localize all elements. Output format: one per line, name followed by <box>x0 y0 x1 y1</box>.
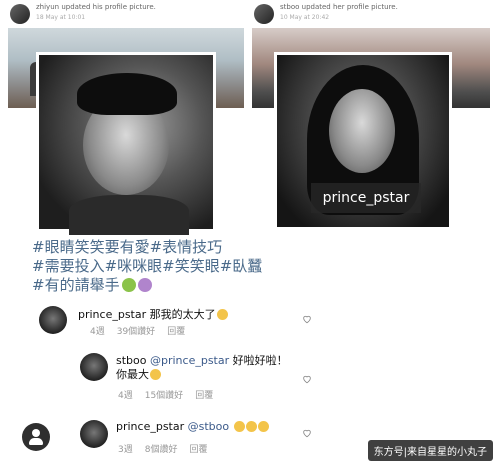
raising-hand-woman-emoji <box>137 278 152 292</box>
post-author-line: zhiyun updated his profile picture. <box>36 3 156 11</box>
raising-hand-man-emoji <box>121 278 136 292</box>
post-action: updated his profile picture. <box>61 3 156 11</box>
comment-age: 3週 <box>118 445 133 455</box>
facebook-post-right: stboo updated her profile picture. 10 Ma… <box>252 0 490 232</box>
comment-text: prince_pstar @stboo <box>116 420 269 433</box>
reply-button[interactable]: 回覆 <box>195 391 213 401</box>
comment-text-line2: 你最大 <box>116 366 161 382</box>
avatar[interactable] <box>39 306 67 334</box>
reply-button[interactable]: 回覆 <box>167 327 185 337</box>
comment-meta: 4週 39個讚好 回覆 <box>90 324 197 337</box>
smile-emoji <box>245 421 257 432</box>
caption-text[interactable]: #有的請舉手 <box>32 276 120 294</box>
user-icon-head <box>32 429 40 437</box>
comment-body: 好啦好啦！ <box>232 354 288 367</box>
comment-likes[interactable]: 39個讚好 <box>117 327 155 337</box>
comment-likes[interactable]: 8個讚好 <box>145 445 178 455</box>
face <box>329 89 395 173</box>
mention-link[interactable]: @stboo <box>188 420 230 433</box>
profile-button[interactable] <box>22 423 50 451</box>
hair <box>77 73 177 115</box>
heart-icon[interactable] <box>302 374 312 384</box>
photo-tag: prince_pstar <box>311 183 421 213</box>
smile-emoji <box>233 421 245 432</box>
smile-emoji <box>216 309 228 320</box>
collar <box>69 195 189 235</box>
post-header: stboo updated her profile picture. 10 Ma… <box>252 0 490 28</box>
user-icon-body <box>29 438 43 445</box>
reply-button[interactable]: 回覆 <box>189 445 207 455</box>
mention-link[interactable]: @prince_pstar <box>150 354 229 367</box>
caption-line[interactable]: #需要投入#咪咪眼#笑笑眼#臥蠶 <box>32 257 332 276</box>
facebook-post-left: zhiyun updated his profile picture. 18 M… <box>8 0 244 235</box>
heart-icon[interactable] <box>302 314 312 324</box>
author-link[interactable]: stboo <box>280 3 299 11</box>
comment-body: 你最大 <box>116 368 149 381</box>
comment-meta: 4週 15個讚好 回覆 <box>118 388 225 401</box>
hashtag-caption: #眼睛笑笑要有愛#表情技巧 #需要投入#咪咪眼#笑笑眼#臥蠶 #有的請舉手 <box>32 238 332 295</box>
avatar[interactable] <box>80 353 108 381</box>
avatar[interactable] <box>10 4 30 24</box>
profile-photo-right[interactable]: prince_pstar <box>274 52 452 230</box>
comment-likes[interactable]: 15個讚好 <box>145 391 183 401</box>
heart-icon[interactable] <box>302 428 312 438</box>
post-action: updated her profile picture. <box>301 3 398 11</box>
caption-line[interactable]: #眼睛笑笑要有愛#表情技巧 <box>32 238 332 257</box>
smile-emoji <box>257 421 269 432</box>
comment-username[interactable]: prince_pstar <box>78 308 146 321</box>
post-header: zhiyun updated his profile picture. 18 M… <box>8 0 244 28</box>
comment-username[interactable]: prince_pstar <box>116 420 184 433</box>
comment-meta: 3週 8個讚好 回覆 <box>118 442 219 455</box>
post-date: 10 May at 20:42 <box>280 14 330 21</box>
comment-age: 4週 <box>118 391 133 401</box>
caption-line[interactable]: #有的請舉手 <box>32 276 332 295</box>
profile-photo-left[interactable] <box>36 52 216 235</box>
watermark: 东方号|来自星星的小丸子 <box>367 440 493 461</box>
avatar[interactable] <box>254 4 274 24</box>
post-author-line: stboo updated her profile picture. <box>280 3 398 11</box>
avatar[interactable] <box>80 420 108 448</box>
comment-age: 4週 <box>90 327 105 337</box>
comment-text: prince_pstar 那我的太大了 <box>78 306 228 322</box>
comment-body: 那我的太大了 <box>149 308 216 321</box>
post-date: 18 May at 10:01 <box>36 14 86 21</box>
smile-emoji <box>150 369 161 380</box>
author-link[interactable]: zhiyun <box>36 3 59 11</box>
